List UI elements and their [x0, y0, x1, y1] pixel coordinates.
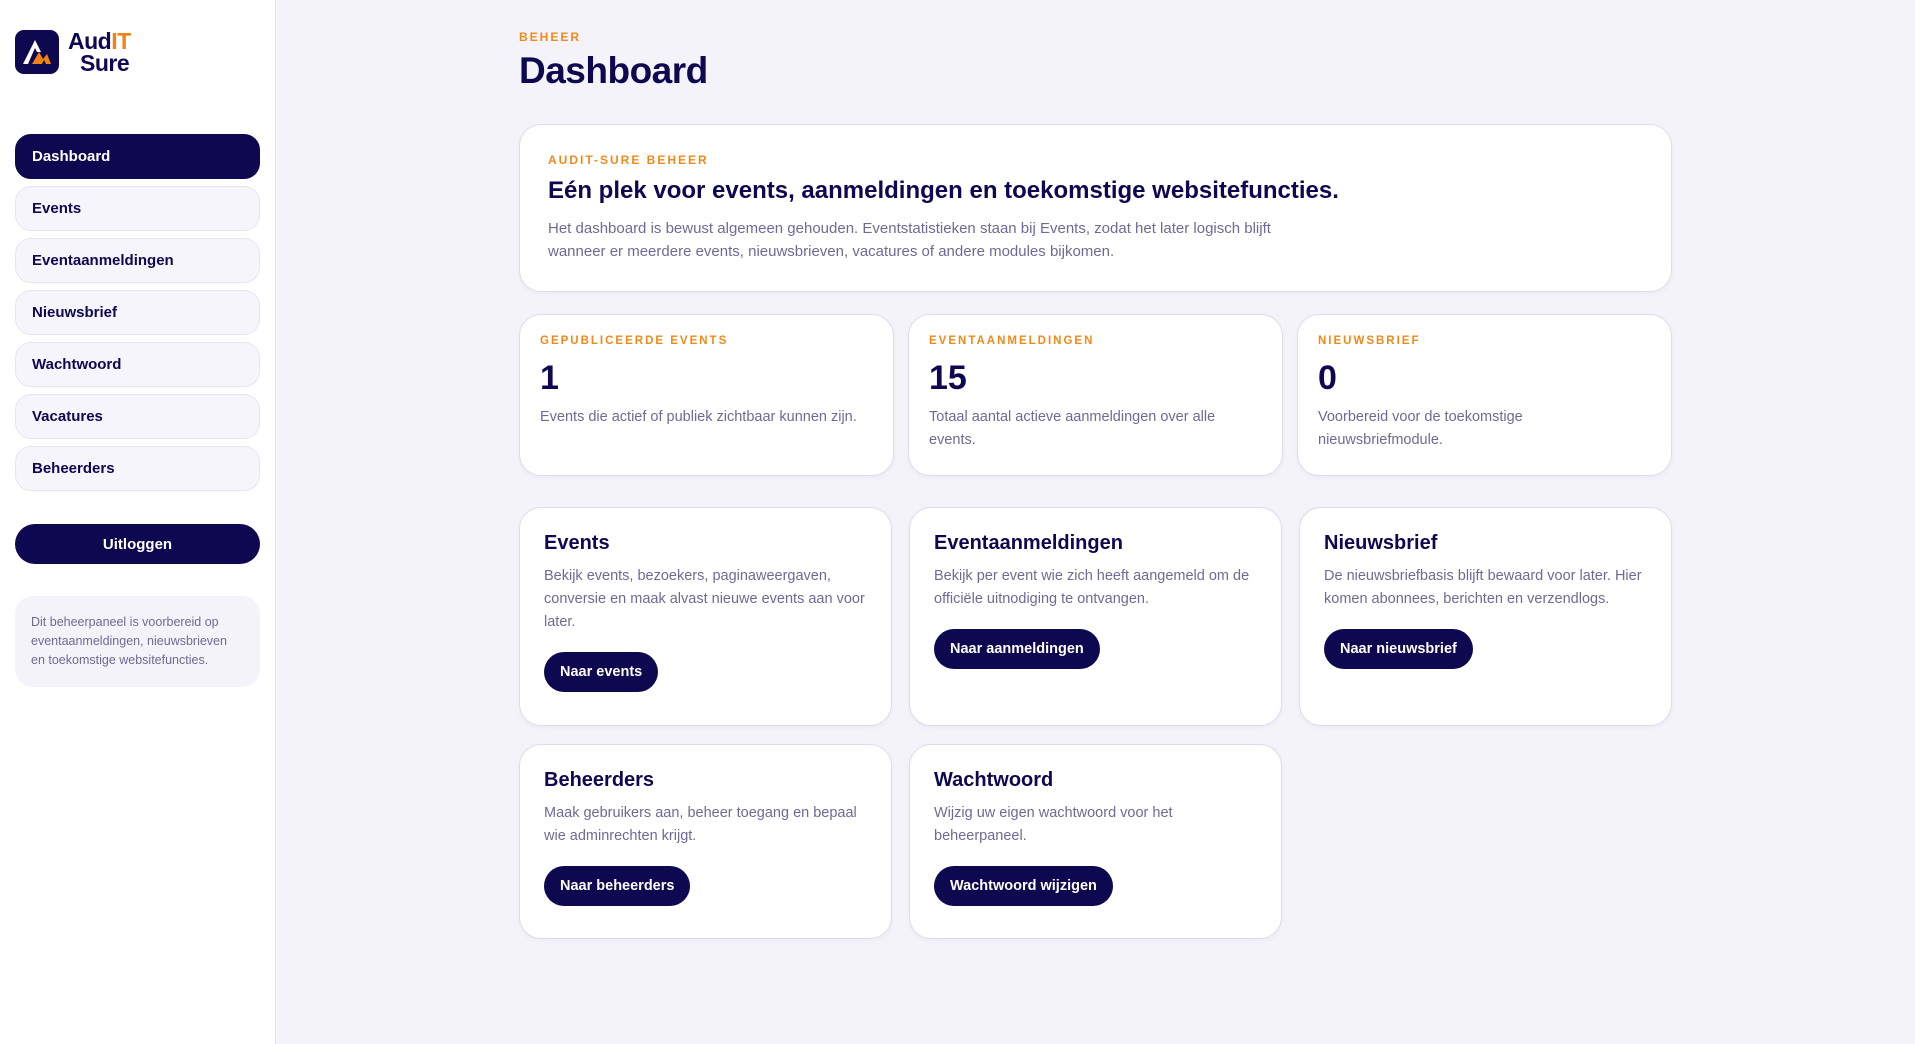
module-title: Wachtwoord: [934, 769, 1054, 791]
audit-sure-logo-icon: [15, 30, 59, 74]
stat-description: Events die actief of publiek zichtbaar k…: [540, 409, 857, 425]
sidebar-item-vacatures[interactable]: Vacatures: [15, 394, 260, 439]
sidebar-info-note: Dit beheerpaneel is voorbereid op eventa…: [15, 596, 260, 687]
hero-heading: Eén plek voor events, aanmeldingen en to…: [548, 177, 1339, 204]
stat-value: 15: [929, 359, 967, 397]
module-title: Nieuwsbrief: [1324, 532, 1438, 554]
module-card-eventaanmeldingen: Eventaanmeldingen Bekijk per event wie z…: [909, 507, 1282, 726]
sidebar-item-nieuwsbrief[interactable]: Nieuwsbrief: [15, 290, 260, 335]
sidebar-item-eventaanmeldingen[interactable]: Eventaanmeldingen: [15, 238, 260, 283]
stat-label: NIEUWSBRIEF: [1318, 335, 1421, 347]
stat-label: EVENTAANMELDINGEN: [929, 335, 1095, 347]
module-description: Maak gebruikers aan, beheer toegang en b…: [544, 805, 857, 844]
sidebar-item-wachtwoord[interactable]: Wachtwoord: [15, 342, 260, 387]
stat-description: Totaal aantal actieve aanmeldingen over …: [929, 409, 1216, 448]
hero-card: AUDIT-SURE BEHEER Eén plek voor events, …: [519, 124, 1672, 292]
go-to-admins-button[interactable]: Naar beheerders: [544, 866, 691, 906]
page-title: Dashboard: [519, 50, 708, 91]
page-eyebrow: BEHEER: [519, 30, 582, 44]
module-description: De nieuwsbriefbasis blijft bewaard voor …: [1324, 568, 1642, 607]
stat-description: Voorbereid voor de toekomstige nieuwsbri…: [1318, 409, 1523, 448]
hero-eyebrow: AUDIT-SURE BEHEER: [548, 153, 709, 167]
module-card-beheerders: Beheerders Maak gebruikers aan, beheer t…: [519, 744, 892, 939]
go-to-registrations-button[interactable]: Naar aanmeldingen: [934, 629, 1100, 669]
module-description: Bekijk per event wie zich heeft aangemel…: [934, 568, 1250, 607]
stat-label: GEPUBLICEERDE EVENTS: [540, 335, 729, 347]
hero-text: Het dashboard is bewust algemeen gehoude…: [548, 220, 1271, 260]
change-password-button[interactable]: Wachtwoord wijzigen: [934, 866, 1113, 906]
sidebar-item-dashboard[interactable]: Dashboard: [15, 134, 260, 179]
stat-value: 1: [540, 359, 559, 397]
module-description: Bekijk events, bezoekers, paginaweergave…: [544, 568, 865, 630]
stat-card-event-registrations: EVENTAANMELDINGEN 15 Totaal aantal actie…: [908, 314, 1283, 476]
sidebar-item-beheerders[interactable]: Beheerders: [15, 446, 260, 491]
stat-card-newsletter: NIEUWSBRIEF 0 Voorbereid voor de toekoms…: [1297, 314, 1672, 476]
module-card-wachtwoord: Wachtwoord Wijzig uw eigen wachtwoord vo…: [909, 744, 1282, 939]
go-to-events-button[interactable]: Naar events: [544, 652, 659, 692]
module-description: Wijzig uw eigen wachtwoord voor het behe…: [934, 805, 1173, 844]
go-to-newsletter-button[interactable]: Naar nieuwsbrief: [1324, 629, 1473, 669]
brand-logo[interactable]: AudIT Sure: [15, 28, 260, 76]
stat-value: 0: [1318, 359, 1337, 397]
stat-card-published-events: GEPUBLICEERDE EVENTS 1 Events die actief…: [519, 314, 894, 476]
module-card-nieuwsbrief: Nieuwsbrief De nieuwsbriefbasis blijft b…: [1299, 507, 1672, 726]
logout-button[interactable]: Uitloggen: [15, 524, 260, 564]
module-card-events: Events Bekijk events, bezoekers, paginaw…: [519, 507, 892, 726]
module-title: Events: [544, 532, 610, 554]
brand-wordmark: AudIT Sure: [68, 28, 131, 76]
sidebar-nav: Dashboard Events Eventaanmeldingen Nieuw…: [15, 134, 260, 491]
sidebar-item-events[interactable]: Events: [15, 186, 260, 231]
module-title: Beheerders: [544, 769, 655, 791]
sidebar: AudIT Sure Dashboard Events Eventaanmeld…: [0, 0, 276, 1044]
module-title: Eventaanmeldingen: [934, 532, 1123, 554]
